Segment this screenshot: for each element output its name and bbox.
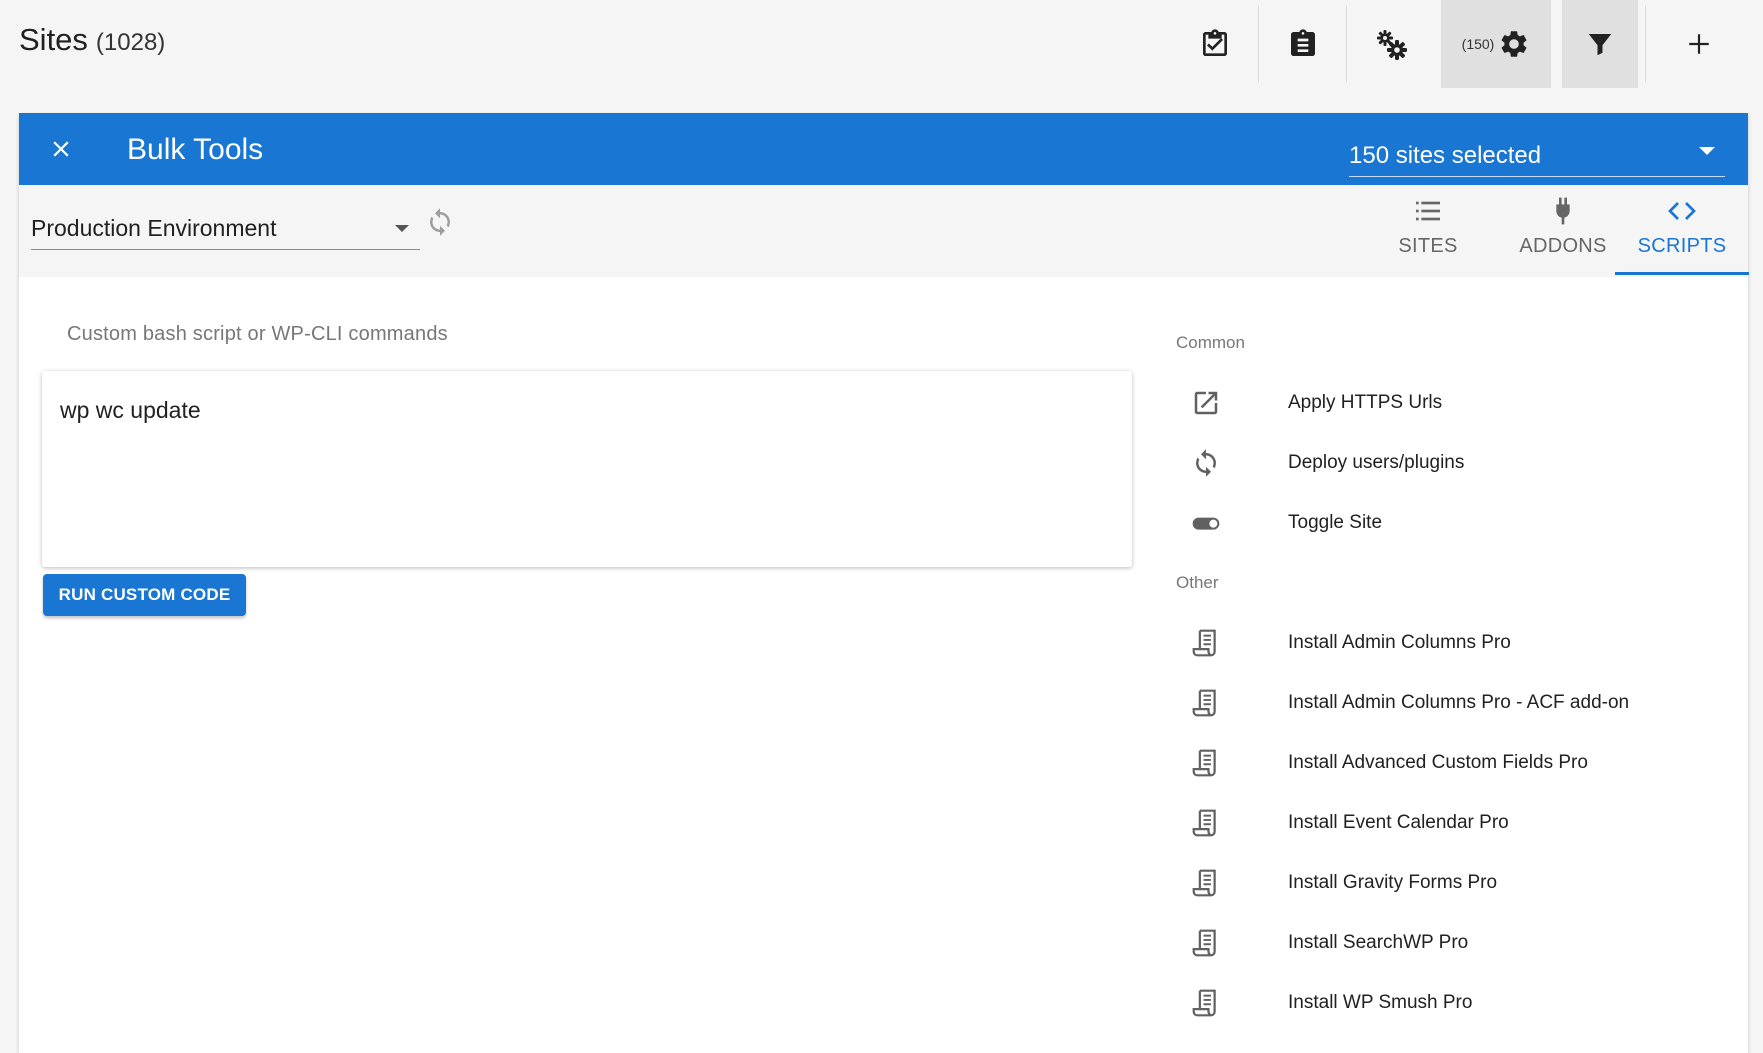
advanced-settings-button[interactable] xyxy=(1347,0,1435,88)
script-item-label: Install Admin Columns Pro - ACF add-on xyxy=(1288,692,1630,713)
tab-sites-label: SITES xyxy=(1398,235,1458,257)
bulk-toolbar: Production Environment SITES ADDONS SCRI… xyxy=(19,185,1749,277)
plug-icon xyxy=(1556,197,1570,225)
list-icon xyxy=(1416,201,1440,221)
script-icon xyxy=(1192,809,1216,837)
filter-icon xyxy=(1588,34,1612,56)
script-icon xyxy=(1192,749,1216,777)
tab-scripts[interactable]: SCRIPTS xyxy=(1615,193,1749,275)
sync-icon xyxy=(430,208,450,236)
script-icon xyxy=(1192,689,1216,717)
script-item-other[interactable]: Install Event Calendar Pro xyxy=(1176,797,1736,849)
tab-addons[interactable]: ADDONS xyxy=(1496,193,1630,275)
plus-icon xyxy=(1689,34,1709,54)
bulk-tools-title: Bulk Tools xyxy=(127,133,264,166)
toolbar-divider xyxy=(1645,6,1646,82)
clipboard-check-icon xyxy=(1203,29,1227,56)
script-item-label: Apply HTTPS Urls xyxy=(1288,392,1443,413)
selected-count: (150) xyxy=(1461,36,1495,52)
chevron-down-icon xyxy=(395,225,409,232)
chevron-down-icon xyxy=(1699,147,1715,155)
run-custom-code-button[interactable]: RUN CUSTOM CODE xyxy=(43,574,246,616)
selected-sites-settings-button[interactable]: (150) xyxy=(1441,0,1551,88)
script-item-toggle-site[interactable]: Toggle Site xyxy=(1176,497,1736,549)
script-item-other[interactable]: Install WP Smush Pro xyxy=(1176,977,1736,1029)
script-item-label: Install SearchWP Pro xyxy=(1288,932,1469,953)
script-item-label: Deploy users/plugins xyxy=(1288,452,1465,473)
script-item-label: Install Admin Columns Pro xyxy=(1288,632,1511,653)
script-icon xyxy=(1192,989,1216,1017)
bulk-tools-card: Bulk Tools 150 sites selected Production… xyxy=(19,113,1749,1053)
script-item-deploy[interactable]: Deploy users/plugins xyxy=(1176,437,1736,489)
sync-icon xyxy=(1196,449,1216,477)
filter-button[interactable] xyxy=(1562,0,1638,88)
code-editor-value: wp wc update xyxy=(60,397,201,423)
script-item-label: Install Advanced Custom Fields Pro xyxy=(1288,752,1588,773)
tab-scripts-label: SCRIPTS xyxy=(1637,235,1727,257)
page-title-text: Sites xyxy=(19,22,88,57)
script-item-other[interactable]: Install SearchWP Pro xyxy=(1176,917,1736,969)
script-icon xyxy=(1192,629,1216,657)
close-icon xyxy=(53,141,69,157)
code-editor-label: Custom bash script or WP-CLI commands xyxy=(67,323,448,345)
script-item-other[interactable]: Install Admin Columns Pro xyxy=(1176,617,1736,669)
code-icon xyxy=(1668,202,1696,220)
script-item-other[interactable]: Install Advanced Custom Fields Pro xyxy=(1176,737,1736,789)
bulk-tools-header: Bulk Tools 150 sites selected xyxy=(19,113,1748,185)
common-heading: Common xyxy=(1176,333,1245,352)
checklist-button[interactable] xyxy=(1171,0,1259,88)
toggle-icon xyxy=(1192,517,1220,530)
clipboard-list-icon xyxy=(1291,29,1315,56)
add-site-button[interactable] xyxy=(1655,0,1743,88)
script-icon xyxy=(1192,869,1216,897)
external-link-icon xyxy=(1194,391,1218,415)
tab-addons-label: ADDONS xyxy=(1519,235,1607,257)
script-item-apply-https[interactable]: Apply HTTPS Urls xyxy=(1176,377,1736,429)
top-app-bar: Sites (1028) (150) xyxy=(0,0,1763,88)
environment-select[interactable]: Production Environment xyxy=(31,205,420,250)
script-item-label: Toggle Site xyxy=(1288,512,1383,533)
script-item-other[interactable]: Install Admin Columns Pro - ACF add-on xyxy=(1176,677,1736,729)
environment-value: Production Environment xyxy=(31,215,277,241)
page-title: Sites (1028) xyxy=(19,22,165,58)
other-heading: Other xyxy=(1176,573,1219,592)
site-count: (1028) xyxy=(95,29,166,56)
sites-selected-value: 150 sites selected xyxy=(1349,142,1542,169)
sites-selected-dropdown[interactable]: 150 sites selected xyxy=(1349,125,1725,177)
code-editor[interactable]: wp wc update xyxy=(42,371,1132,567)
cogs-icon xyxy=(1377,30,1407,60)
script-item-label: Install Event Calendar Pro xyxy=(1288,812,1509,833)
script-item-label: Install WP Smush Pro xyxy=(1288,992,1473,1013)
tab-sites[interactable]: SITES xyxy=(1361,193,1495,275)
refresh-button[interactable] xyxy=(423,205,457,239)
gear-icon xyxy=(1501,31,1527,57)
script-item-label: Install Gravity Forms Pro xyxy=(1288,872,1498,893)
close-button[interactable] xyxy=(39,127,83,171)
logs-button[interactable] xyxy=(1259,0,1347,88)
script-item-other[interactable]: Install Gravity Forms Pro xyxy=(1176,857,1736,909)
script-icon xyxy=(1192,929,1216,957)
